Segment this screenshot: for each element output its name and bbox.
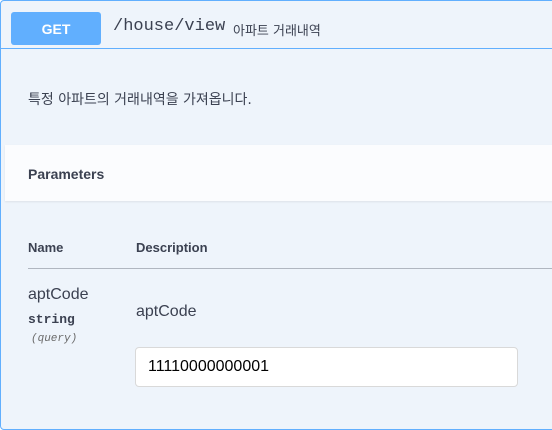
operation-block-get: GET /house/view 아파트 거래내역 특정 아파트의 거래내역을 가… xyxy=(0,0,552,430)
parameters-section-header: Parameters xyxy=(5,145,552,201)
table-divider xyxy=(28,268,552,269)
operation-path: /house/view xyxy=(113,17,226,36)
operation-description: 특정 아파트의 거래내역을 가져옵니다. xyxy=(28,92,252,108)
parameters-title: Parameters xyxy=(28,166,105,182)
column-header-description: Description xyxy=(136,240,208,255)
parameter-type: string xyxy=(28,312,75,327)
operation-summary[interactable]: GET /house/view 아파트 거래내역 xyxy=(1,1,552,49)
column-header-name: Name xyxy=(28,240,64,255)
parameter-location: (query) xyxy=(31,333,78,345)
parameter-description: aptCode xyxy=(136,303,197,320)
parameter-name: aptCode xyxy=(28,286,89,303)
operation-summary-text: 아파트 거래내역 xyxy=(233,24,321,39)
http-method-badge: GET xyxy=(11,12,101,45)
apt-code-input[interactable] xyxy=(135,347,518,387)
